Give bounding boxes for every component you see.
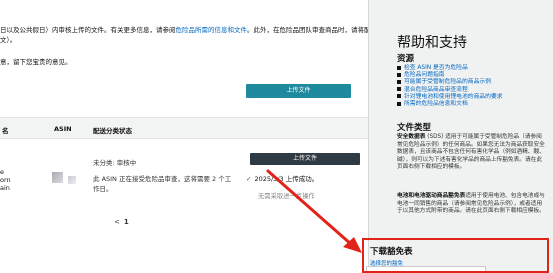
product-thumbnail[interactable] bbox=[52, 172, 63, 183]
resources-list: 检查 ASIN 是否为危险品 危险品问题指南 可能属于受管制危险品的商品示例 混… bbox=[397, 65, 503, 108]
bullet-icon bbox=[397, 65, 401, 70]
sds-label: 安全数据表 bbox=[397, 134, 426, 140]
panel-title: 帮助和支持 bbox=[397, 35, 467, 51]
main-content: 日以及公共假日）内审核上传的文件。有关更多信息，请参阅危险品所需的信息和文件。此… bbox=[0, 0, 377, 273]
resource-link-item[interactable]: 混合危险品商品审查流程 bbox=[397, 87, 503, 94]
resources-heading: 资源 bbox=[397, 54, 415, 64]
resource-link[interactable]: 检查 ASIN 是否为危险品 bbox=[404, 65, 468, 71]
classification-status: 未分类: 审核中 bbox=[93, 159, 137, 167]
column-header-asin: ASIN bbox=[54, 125, 72, 133]
product-name-fragment: orn bbox=[0, 176, 11, 184]
dangerous-goods-info-link[interactable]: 危险品所需的信息和文件 bbox=[176, 26, 248, 34]
intro-text: 日以及公共假日）内审核上传的文件。有关更多信息，请参阅 bbox=[0, 26, 176, 34]
page-number-current[interactable]: 1 bbox=[124, 218, 129, 226]
product-thumbnail-secondary bbox=[68, 176, 76, 184]
resource-link[interactable]: 可能属于受管制危险品的商品示例 bbox=[404, 79, 491, 85]
bullet-icon bbox=[397, 94, 401, 99]
checkmark-icon: ✓ bbox=[246, 175, 252, 183]
bullet-icon bbox=[397, 101, 401, 106]
resource-link[interactable]: 危险品问题指南 bbox=[404, 72, 445, 78]
review-note-continued: 作日。 bbox=[93, 185, 113, 193]
intro-text-line-2: 文）。 bbox=[0, 36, 17, 44]
column-header-name: 名 bbox=[2, 127, 9, 135]
battery-label: 电池和电池驱动商品豁免表 bbox=[397, 193, 466, 199]
previous-page-button[interactable]: < bbox=[114, 218, 120, 226]
file-types-heading: 文件类型 bbox=[397, 123, 432, 133]
feedback-text: 意，留下您宝贵的意见。 bbox=[0, 58, 72, 66]
upload-success-message: ✓ 2025/3/3 上传成功。 bbox=[246, 173, 318, 183]
upload-success-text: 2025/3/3 上传成功。 bbox=[254, 175, 319, 183]
resource-link-item[interactable]: 可能属于受管制危险品的商品示例 bbox=[397, 79, 503, 86]
resource-link[interactable]: 混合危险品商品审查流程 bbox=[404, 87, 468, 93]
product-name-fragment: e bbox=[0, 168, 4, 176]
product-name-fragment: ain bbox=[0, 184, 10, 192]
table-header: 名 ASIN 配送分类状态 bbox=[0, 117, 368, 139]
bullet-icon bbox=[397, 87, 401, 92]
intro-text-line-1: 日以及公共假日）内审核上传的文件。有关更多信息，请参阅危险品所需的信息和文件。此… bbox=[0, 24, 377, 34]
bullet-icon bbox=[397, 72, 401, 77]
upload-file-button-top[interactable]: 上传文件 bbox=[246, 84, 351, 98]
help-and-support-panel: 帮助和支持 资源 检查 ASIN 是否为危险品 危险品问题指南 可能属于受管制危… bbox=[368, 0, 553, 273]
bullet-icon bbox=[397, 79, 401, 84]
sds-description: 安全数据表 (SDS) 适用于可能属于受管制危险品（请参阅常见危险品示例）的任何… bbox=[397, 134, 547, 172]
no-action-needed-text: 无需采取进一步操作 bbox=[258, 193, 315, 200]
column-header-status: 配送分类状态 bbox=[93, 127, 132, 135]
resource-link[interactable]: 针对锂电池和使用锂电池的商品的要求 bbox=[404, 94, 503, 100]
intro-text-tail: 。此外，在危险品团队审查商品时，请将配送 bbox=[247, 26, 377, 34]
battery-description: 电池和电池驱动商品豁免表适用于使用电池、包含电池或与电池一同销售的商品（请参阅常… bbox=[397, 193, 547, 216]
highlight-box bbox=[362, 238, 549, 273]
upload-file-button-row[interactable]: 上传文件 bbox=[250, 153, 360, 165]
resource-link-item[interactable]: 所需的危险品信息和文档 bbox=[397, 101, 503, 108]
resource-link-item[interactable]: 针对锂电池和使用锂电池的商品的要求 bbox=[397, 94, 503, 101]
review-note: 此 ASIN 正在接受危险品审查，这将需要 2 个工 bbox=[93, 175, 232, 183]
resource-link[interactable]: 所需的危险品信息和文档 bbox=[404, 101, 468, 107]
pagination: <1 bbox=[114, 218, 129, 226]
